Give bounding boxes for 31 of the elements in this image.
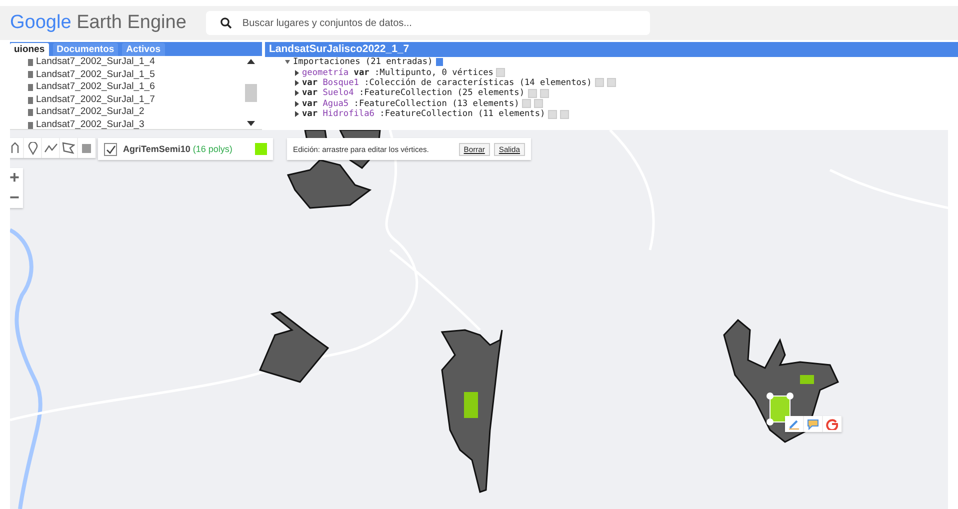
scrollbar-thumb[interactable] [245,84,257,102]
import-line[interactable]: geometría var :Multipunto, 0 vértices [302,68,494,78]
document-icon[interactable] [436,58,443,66]
layer-name[interactable]: AgriTemSemi10 (16 polys) [123,144,249,154]
script-title: LandsatSurJalisco2022_1_7 [265,42,958,57]
import-line[interactable]: var Suelo4 :FeatureCollection (25 elements) [302,88,525,98]
zoom-out-button[interactable]: − [10,188,23,208]
layer-color-swatch[interactable] [255,143,267,155]
app-logo[interactable]: Google Earth Engine [10,12,186,34]
polygon-icon[interactable] [60,138,78,158]
g-logo-icon[interactable] [823,416,842,432]
script-item[interactable]: Landsat7_2002_SurJal_3 [28,118,243,129]
field-polygon [258,311,330,383]
search-icon [220,17,232,29]
line-icon[interactable] [42,138,60,158]
scroll-down-icon[interactable] [247,121,255,126]
script-item[interactable]: Landsat7_2002_SurJal_2 [28,106,243,119]
imports-header[interactable]: Importaciones (21 entradas) [293,57,433,68]
scroll-up-icon[interactable] [247,59,255,64]
import-line[interactable]: var Bosque1 :Colección de características (14 elementos) [302,78,592,88]
import-line[interactable]: var Agua5 :FeatureCollection (13 elements) [302,98,520,109]
script-item[interactable]: Landsat7_2002_SurJal_1_4 [28,56,243,69]
collapse-icon[interactable] [285,60,290,64]
script-item[interactable]: Landsat7_2002_SurJal_1_7 [28,94,243,106]
layer-checkbox[interactable] [104,142,117,156]
search-field[interactable]: Buscar lugares y conjuntos de datos... [206,11,650,35]
panel-tab[interactable]: uiones [10,43,49,56]
script-item[interactable]: Landsat7_2002_SurJal_1_6 [28,81,243,94]
script-item[interactable]: Landsat7_2002_SurJal_1_5 [28,68,243,82]
import-line[interactable]: var Hidrofila6 :FeatureCollection (11 elements) [302,109,546,120]
zoom-in-button[interactable]: + [10,168,23,188]
